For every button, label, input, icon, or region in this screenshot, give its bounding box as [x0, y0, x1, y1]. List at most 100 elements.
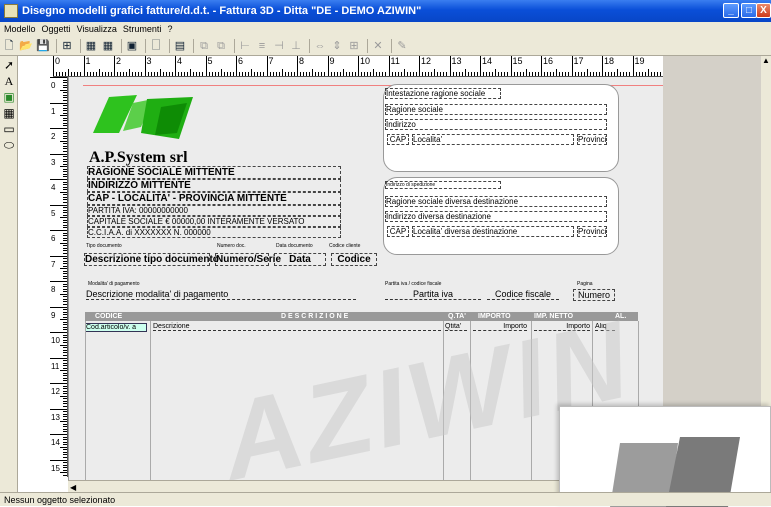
row-codice[interactable]: Cod.articolo/v. a: [85, 323, 147, 332]
menu-strumenti[interactable]: Strumenti: [123, 24, 162, 34]
paste-icon[interactable]: ⧉: [214, 39, 228, 53]
props-icon[interactable]: ✎: [395, 39, 409, 53]
grid2-icon[interactable]: ⊞: [347, 39, 361, 53]
ruler-tick: [272, 72, 274, 76]
size-icon[interactable]: ⇕: [330, 39, 344, 53]
ruler-tick: [379, 72, 381, 76]
payment-field[interactable]: Descrizione modalita' di pagamento: [86, 289, 356, 300]
maximize-button[interactable]: □: [741, 3, 757, 18]
ruler-tick: [504, 72, 506, 76]
image-icon[interactable]: ▣: [125, 39, 139, 53]
ruler-tick: [63, 222, 67, 224]
close-button[interactable]: X: [756, 3, 771, 18]
menu-visualizza[interactable]: Visualizza: [77, 24, 117, 34]
ruler-tick: [190, 69, 192, 76]
row-aliquota[interactable]: Aliq: [595, 323, 615, 331]
ruler-tick: [147, 72, 149, 76]
doc-date-field[interactable]: Data: [274, 253, 326, 266]
ruler-tick: [60, 89, 67, 91]
ruler-tick: [63, 122, 67, 124]
minimize-button[interactable]: _: [723, 3, 739, 18]
align-center-icon[interactable]: ≡: [255, 39, 269, 53]
row-qta[interactable]: Qtita': [445, 323, 467, 331]
recipient-ragione[interactable]: Ragione sociale: [385, 104, 607, 115]
destination-header[interactable]: Indirizzo di spedizione: [385, 181, 501, 189]
lock-icon[interactable]: ▤: [173, 39, 187, 53]
menu-help[interactable]: ?: [167, 24, 172, 34]
ruler-tick: [260, 72, 262, 76]
ruler-tick: [361, 72, 363, 76]
delete-icon[interactable]: ✕: [371, 39, 385, 53]
menu-oggetti[interactable]: Oggetti: [42, 24, 71, 34]
page-icon[interactable]: 🗌: [149, 39, 163, 53]
ruler-tick: [63, 342, 67, 344]
ruler-tick: [321, 72, 323, 76]
ruler-tick: [287, 72, 289, 76]
save-icon[interactable]: 💾: [36, 39, 50, 53]
ruler-tick: [370, 72, 372, 76]
ruler-tick: [56, 72, 58, 76]
ruler-tick: [315, 72, 317, 76]
new-icon[interactable]: 🗋: [2, 39, 16, 53]
ruler-tick: [598, 72, 600, 76]
page-field[interactable]: Numero: [573, 289, 615, 301]
open-icon[interactable]: 📂: [19, 39, 33, 53]
ruler-tick: [63, 390, 67, 392]
vertical-ruler: 0 1 2 3 4 5 6 7 8 9 10 11 12 13 14 15: [50, 77, 68, 477]
distribute-icon[interactable]: ⇔: [313, 39, 327, 53]
ruler-tick: [63, 112, 67, 114]
destination-localita[interactable]: Localita' diversa destinazione: [412, 226, 574, 237]
ruler-tick: [89, 72, 91, 76]
ruler-tick: [473, 72, 475, 76]
ruler-tick: [63, 449, 67, 451]
menu-bar: Modello Oggetti Visualizza Strumenti ?: [0, 22, 771, 36]
row-descrizione[interactable]: Descrizione: [153, 323, 441, 331]
doc-number-field[interactable]: Numero/Serie: [215, 253, 281, 266]
pointer-tool-icon[interactable]: ➚: [1, 58, 17, 72]
ruler-tick: [60, 344, 67, 346]
rectangle-tool-icon[interactable]: ▭: [1, 122, 17, 136]
scroll-left-icon[interactable]: ◀: [68, 483, 76, 492]
ruler-tick: [550, 72, 552, 76]
row-importo[interactable]: Importo: [473, 323, 527, 331]
recipient-indirizzo[interactable]: Indirizzo: [385, 119, 607, 130]
destination-provincia[interactable]: Provinci: [577, 226, 607, 237]
recipient-header[interactable]: Intestazione ragione sociale: [385, 88, 501, 99]
ruler-tick: [138, 72, 140, 76]
ruler-tick: [63, 120, 67, 122]
grid-icon[interactable]: ⊞: [60, 39, 74, 53]
doc-code-field[interactable]: Codice: [331, 253, 377, 266]
destination-indirizzo[interactable]: Indirizzo diversa destinazione: [385, 211, 607, 222]
tax-code-field[interactable]: Codice fiscale: [487, 289, 559, 300]
scroll-up-icon[interactable]: ▲: [761, 56, 771, 65]
recipient-localita[interactable]: Localita': [412, 134, 574, 145]
row-netto[interactable]: Importo: [534, 323, 590, 331]
ruler-tick: [60, 395, 67, 397]
table2-icon[interactable]: ▦: [101, 39, 115, 53]
ruler-tick: [63, 388, 67, 390]
align-left-icon[interactable]: ⊢: [238, 39, 252, 53]
align-bottom-icon[interactable]: ⊥: [289, 39, 303, 53]
text-tool-icon[interactable]: A: [1, 74, 17, 88]
recipient-provincia[interactable]: Provinci: [577, 134, 607, 145]
ruler-tick: [129, 69, 131, 76]
ellipse-tool-icon[interactable]: ⬭: [1, 138, 17, 152]
ruler-tick: [63, 441, 67, 443]
copy-icon[interactable]: ⧉: [197, 39, 211, 53]
doc-type-field[interactable]: Descrizione tipo documento: [84, 253, 219, 266]
ruler-tick: [659, 72, 661, 76]
col-netto: IMP. NETTO: [534, 313, 574, 320]
vat-field[interactable]: Partita iva: [385, 289, 481, 300]
page-label: Pagina: [577, 281, 593, 287]
recipient-cap[interactable]: CAP: [387, 134, 409, 145]
table-icon[interactable]: ▦: [84, 39, 98, 53]
ruler-tick: [71, 72, 73, 76]
ruler-tick: [556, 69, 558, 76]
image-tool-icon[interactable]: ▣: [1, 90, 17, 104]
ruler-tick: [470, 72, 472, 76]
destination-ragione[interactable]: Ragione sociale diversa destinazione: [385, 196, 607, 207]
destination-cap[interactable]: CAP: [387, 226, 409, 237]
table-tool-icon[interactable]: ▦: [1, 106, 17, 120]
align-right-icon[interactable]: ⊣: [272, 39, 286, 53]
menu-modello[interactable]: Modello: [4, 24, 36, 34]
